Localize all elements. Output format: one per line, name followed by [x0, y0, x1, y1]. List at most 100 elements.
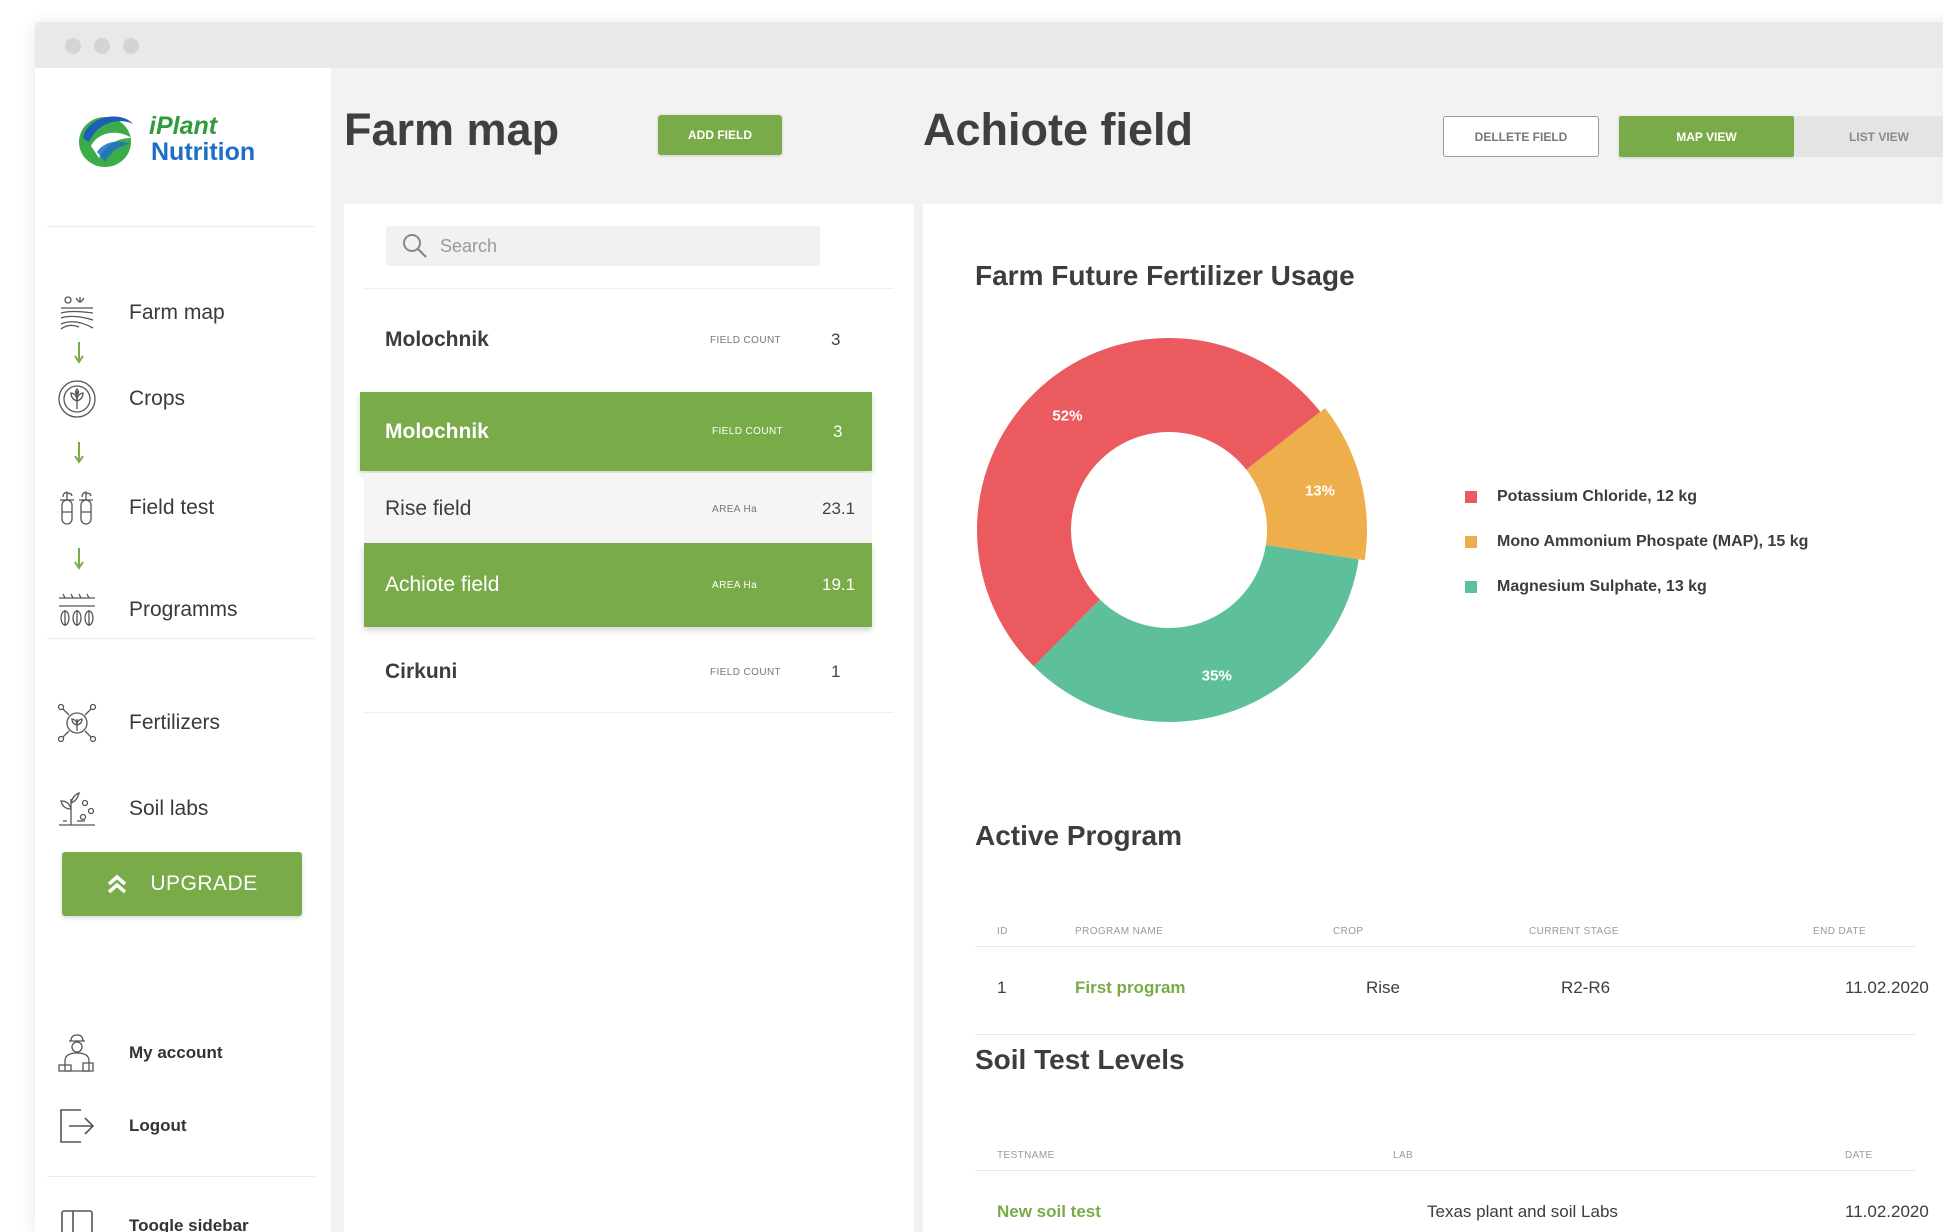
- program-name-link[interactable]: First program: [1075, 978, 1186, 998]
- table-divider: [975, 1034, 1915, 1035]
- column-header: PROGRAM NAME: [1075, 926, 1164, 937]
- logout-icon: [57, 1106, 97, 1146]
- sidebar-item-field-test[interactable]: Field test: [57, 483, 307, 533]
- row-divider: [364, 712, 894, 713]
- search-box[interactable]: [386, 226, 820, 266]
- donut-slice: [1033, 544, 1359, 722]
- sidebar-item-fertilizers[interactable]: Fertilizers: [57, 698, 307, 748]
- field-meta-value: 3: [831, 330, 841, 349]
- legend-label: Potassium Chloride, 12 kg: [1497, 487, 1698, 505]
- field-name: Cirkuni: [385, 660, 458, 683]
- soil-test-title: Soil Test Levels: [975, 1044, 1185, 1075]
- legend-label: Magnesium Sulphate, 13 kg: [1497, 577, 1707, 595]
- window-close-dot[interactable]: [65, 38, 81, 54]
- column-header: DATE: [1845, 1150, 1873, 1161]
- sidebar-item-programms[interactable]: Programms: [57, 585, 307, 635]
- arrow-down-icon: [74, 442, 84, 464]
- sidebar-item-toggle-sidebar[interactable]: Toogle sidebar: [57, 1201, 307, 1232]
- sidebar-item-label: Farm map: [129, 301, 225, 324]
- fertilizer-molecule-icon: [57, 703, 97, 743]
- field-name: Achiote field: [385, 573, 500, 596]
- field-name: Molochnik: [385, 419, 489, 443]
- sidebar-item-label: Soil labs: [129, 797, 209, 820]
- double-chevron-up-icon: [108, 874, 127, 894]
- field-meta-value: 3: [833, 421, 843, 441]
- farm-field-icon: [57, 293, 97, 333]
- window-maximize-dot[interactable]: [123, 38, 139, 54]
- column-header: CROP: [1333, 926, 1364, 937]
- list-view-button[interactable]: LIST VIEW: [1794, 116, 1943, 157]
- soil-test-name-link[interactable]: New soil test: [997, 1202, 1101, 1222]
- table-divider: [975, 946, 1915, 947]
- sidebar-divider: [47, 1176, 315, 1177]
- sidebar-item-soil-labs[interactable]: Soil labs: [57, 784, 307, 834]
- delete-field-button[interactable]: DELLETE FIELD: [1443, 116, 1599, 157]
- legend-swatch: [1465, 490, 1477, 503]
- field-row-selected[interactable]: Achiote field AREA Ha 19.1: [364, 543, 872, 627]
- field-row-selected[interactable]: Molochnik FIELD COUNT 3: [360, 392, 872, 471]
- leaf-logo-icon: [79, 116, 133, 167]
- farmer-account-icon: [57, 1033, 97, 1073]
- upgrade-label: UPGRADE: [150, 872, 258, 895]
- arrow-down-icon: [74, 342, 84, 364]
- column-header: CURRENT STAGE: [1529, 926, 1619, 937]
- field-meta-value: 19.1: [822, 575, 856, 594]
- brand-logo[interactable]: iPlant Nutrition: [77, 108, 277, 176]
- active-program-title: Active Program: [975, 820, 1182, 851]
- program-end-date: 11.02.2020: [1845, 978, 1929, 997]
- sidebar-item-label: Logout: [129, 1116, 187, 1135]
- sidebar-item-my-account[interactable]: My account: [57, 1028, 307, 1078]
- donut-slice-label: 52%: [1052, 408, 1082, 425]
- sidebar-toggle-icon: [57, 1206, 97, 1232]
- brand-name: iPlant Nutrition: [149, 113, 255, 165]
- legend-item: Magnesium Sulphate, 13 kg: [1465, 564, 1808, 609]
- field-detail-panel: Farm Future Fertilizer Usage 13% 35% 52% P…: [923, 204, 1943, 1232]
- sidebar-item-crops[interactable]: Crops: [57, 374, 307, 424]
- field-meta-label: FIELD COUNT: [710, 334, 782, 346]
- sidebar-item-farm-map[interactable]: Farm map: [57, 288, 307, 338]
- field-row[interactable]: Molochnik FIELD COUNT 3: [364, 304, 894, 376]
- field-meta-label: FIELD COUNT: [712, 426, 784, 437]
- plants-row-icon: [57, 590, 97, 630]
- upgrade-button[interactable]: UPGRADE: [62, 852, 302, 916]
- legend-swatch: [1465, 535, 1477, 548]
- brand-line1: iPlant: [149, 112, 218, 140]
- add-field-button[interactable]: ADD FIELD: [658, 115, 782, 155]
- legend-label: Mono Ammonium Phospate (MAP), 15 kg: [1497, 532, 1809, 550]
- field-row[interactable]: Cirkuni FIELD COUNT 1: [364, 634, 894, 710]
- window-minimize-dot[interactable]: [94, 38, 110, 54]
- test-tubes-icon: [57, 488, 97, 528]
- field-list-panel: Molochnik FIELD COUNT 3 Molochnik FIELD …: [344, 204, 914, 1232]
- fertilizer-donut-chart: 13% 35% 52%: [977, 338, 1367, 722]
- legend-item: Potassium Chloride, 12 kg: [1465, 474, 1808, 519]
- field-meta-label: AREA Ha: [712, 503, 758, 515]
- sidebar-item-label: Fertilizers: [129, 711, 221, 734]
- donut-slice-label: 13%: [1305, 483, 1335, 500]
- field-name: Molochnik: [385, 328, 489, 351]
- sidebar: iPlant Nutrition Farm map Crops Field te…: [35, 68, 331, 1232]
- search-icon: [403, 234, 427, 258]
- program-stage: R2-R6: [1561, 978, 1611, 997]
- chart-legend: Potassium Chloride, 12 kg Mono Ammonium …: [1465, 474, 1808, 609]
- soil-test-date: 11.02.2020: [1845, 1202, 1929, 1221]
- field-meta-label: FIELD COUNT: [710, 666, 782, 678]
- field-meta-value: 23.1: [822, 499, 856, 518]
- page-title: Farm map: [344, 104, 560, 155]
- field-row[interactable]: Rise field AREA Ha 23.1: [364, 473, 872, 545]
- map-view-button[interactable]: MAP VIEW: [1619, 116, 1794, 157]
- program-crop: Rise: [1366, 978, 1401, 997]
- soil-test-lab: Texas plant and soil Labs: [1427, 1202, 1618, 1221]
- sidebar-item-logout[interactable]: Logout: [57, 1101, 307, 1151]
- search-input[interactable]: [440, 235, 800, 257]
- program-id: 1: [997, 978, 1007, 997]
- field-name: Rise field: [385, 497, 472, 520]
- sidebar-divider: [47, 638, 315, 639]
- app-window: iPlant Nutrition Farm map Crops Field te…: [35, 22, 1943, 1232]
- column-header: LAB: [1393, 1150, 1414, 1161]
- column-header: ID: [997, 926, 1008, 937]
- field-meta-label: AREA Ha: [712, 579, 758, 591]
- crop-seed-icon: [57, 379, 97, 419]
- fertilizer-chart-title: Farm Future Fertilizer Usage: [975, 260, 1355, 291]
- legend-swatch: [1465, 580, 1477, 593]
- field-meta-value: 1: [831, 662, 841, 681]
